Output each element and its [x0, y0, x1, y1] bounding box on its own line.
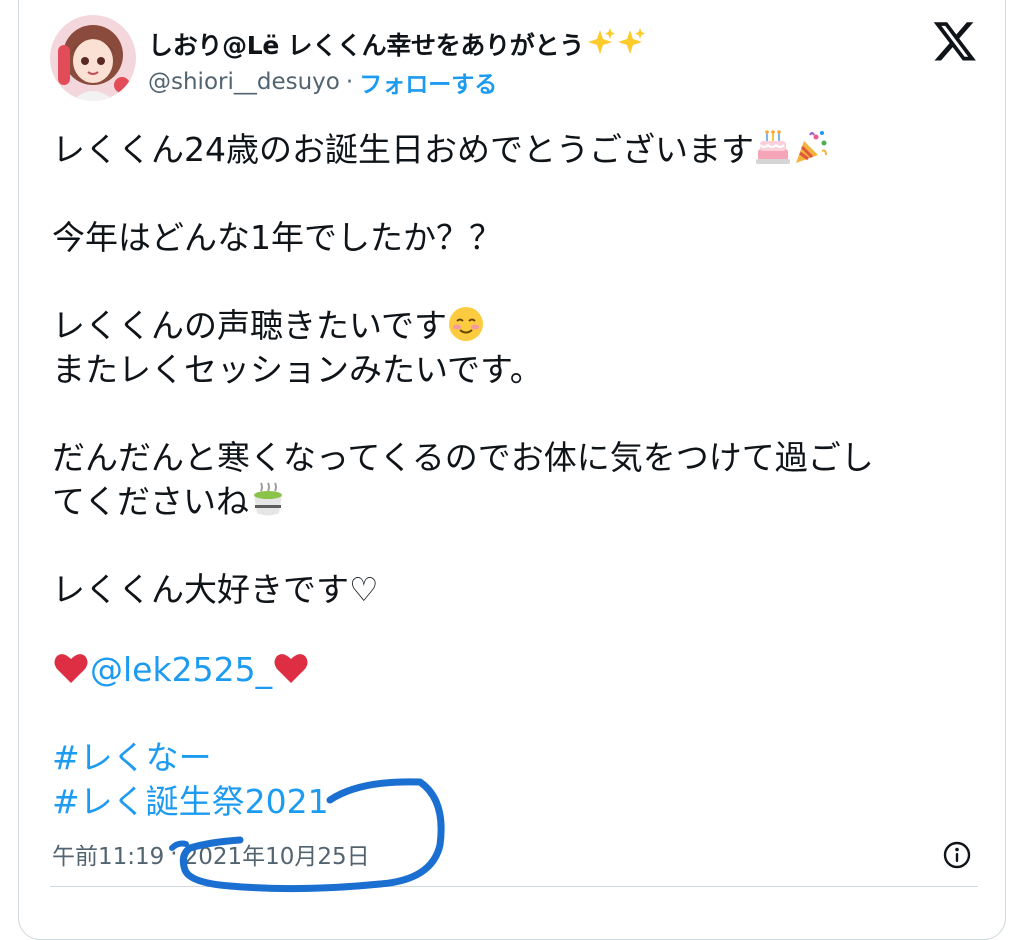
tweet-text: レくくんの声聴きたいです — [52, 306, 448, 345]
tweet-line-6: てくださいね — [52, 480, 287, 524]
red-heart-icon — [52, 649, 90, 687]
tweet-text: てくださいね — [52, 482, 250, 521]
tweet-text: レくくん24歳のお誕生日おめでとうございます — [52, 130, 754, 169]
avatar[interactable] — [50, 15, 136, 101]
tweet-timestamp[interactable]: 午前11:19 · 2021年10月25日 — [52, 836, 370, 872]
tweet-text: レくくん大好きです♡ — [52, 570, 379, 609]
tweet-line-7: レくくん大好きです♡ — [52, 568, 379, 612]
tweet-text: 今年はどんな1年でしたか？？ — [52, 218, 502, 257]
tweet-line-3: レくくんの声聴きたいです — [52, 304, 485, 348]
mention-link[interactable]: @lek2525_ — [90, 650, 272, 689]
follow-button[interactable]: フォローする — [359, 65, 497, 99]
tweet-line-1: レくくん24歳のお誕生日おめでとうございます — [52, 128, 830, 172]
tweet-line-4: またレくセッションみたいです。 — [52, 348, 543, 392]
hashtag-line-2: #レく誕生祭2021 — [52, 780, 329, 824]
birthday-cake-icon — [754, 129, 792, 167]
sparkles-icon — [586, 26, 648, 62]
author-handle-row: @shiori__desuyo · フォローする — [148, 66, 497, 98]
green-tea-icon — [249, 481, 287, 519]
red-heart-icon — [272, 649, 310, 687]
tweet-time[interactable]: 午前11:19 — [52, 837, 164, 871]
tweet-date[interactable]: 2021年10月25日 — [184, 837, 370, 871]
x-logo-icon[interactable] — [932, 18, 978, 64]
hashtag-link[interactable]: #レく誕生祭2021 — [52, 782, 329, 821]
author-name-row[interactable]: しおり@Lë レくくん幸せをありがとう — [148, 26, 648, 62]
tweet-line-5: だんだんと寒くなってくるのでお体に気をつけて過ごし — [52, 436, 874, 480]
author-display-name[interactable]: しおり@Lë レくくん幸せをありがとう — [148, 26, 584, 62]
author-handle[interactable]: @shiori__desuyo — [148, 69, 340, 95]
hashtag-line-1: #レくなー — [52, 736, 212, 780]
hashtag-link[interactable]: #レくなー — [52, 738, 212, 777]
handle-separator: · — [345, 69, 354, 95]
tweet-text: またレくセッションみたいです。 — [52, 350, 543, 389]
tweet-line-2: 今年はどんな1年でしたか？？ — [52, 216, 502, 260]
smiling-face-icon — [447, 305, 485, 343]
tweet-text: だんだんと寒くなってくるのでお体に気をつけて過ごし — [52, 438, 874, 477]
timestamp-separator: · — [170, 841, 178, 867]
info-icon[interactable] — [940, 838, 974, 872]
tweet-mention-line: @lek2525_ — [52, 648, 310, 692]
divider — [50, 886, 978, 887]
party-popper-icon — [792, 129, 830, 167]
